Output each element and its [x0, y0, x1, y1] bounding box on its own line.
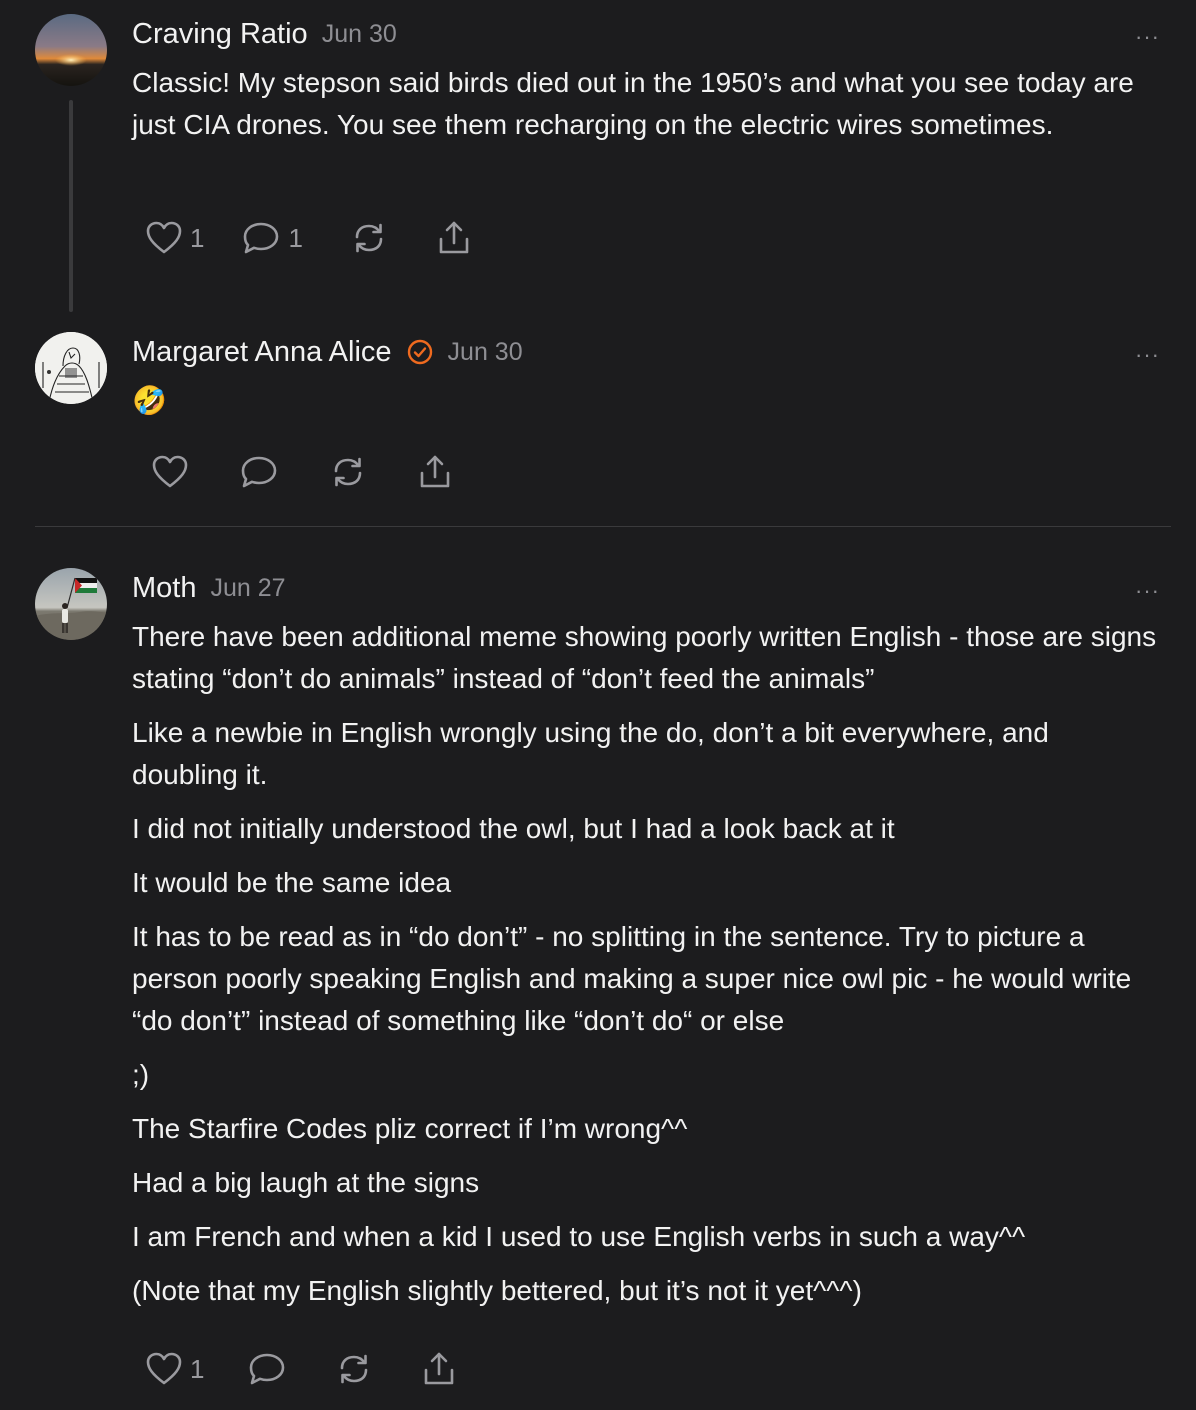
- more-options-button[interactable]: ···: [1135, 580, 1160, 602]
- comment-paragraph: The Starfire Codes pliz correct if I’m w…: [132, 1113, 688, 1144]
- reply-button[interactable]: [240, 455, 278, 489]
- share-icon: [422, 1351, 456, 1387]
- like-button[interactable]: 1: [146, 221, 204, 255]
- author-name[interactable]: Moth: [132, 572, 196, 605]
- verified-icon: [406, 338, 434, 366]
- author-name[interactable]: Craving Ratio: [132, 18, 308, 51]
- restack-icon: [351, 221, 387, 255]
- comment-header: Craving Ratio Jun 30: [132, 16, 397, 52]
- thread-divider: [35, 526, 1171, 527]
- share-button[interactable]: [418, 454, 452, 490]
- comment-header: Margaret Anna Alice Jun 30: [132, 334, 523, 370]
- more-options-button[interactable]: ···: [1135, 26, 1160, 48]
- restack-button[interactable]: [330, 455, 366, 489]
- comment-emoji: 🤣: [132, 385, 167, 416]
- comment-body: There have been additional meme showing …: [132, 616, 1162, 1324]
- restack-icon: [336, 1352, 372, 1386]
- heart-icon: [146, 1352, 182, 1386]
- comment-body: Classic! My stepson said birds died out …: [132, 62, 1162, 158]
- reply-count: 1: [288, 222, 303, 253]
- comment-body: 🤣: [132, 380, 1162, 422]
- avatar-craving-ratio[interactable]: [35, 14, 107, 86]
- comment-paragraph: I did not initially understood the owl, …: [132, 813, 895, 844]
- comment-date[interactable]: Jun 30: [322, 20, 397, 49]
- share-icon: [437, 220, 471, 256]
- comment-paragraph: It would be the same idea: [132, 867, 452, 898]
- comment-paragraph: ;): [132, 1059, 150, 1090]
- avatar-margaret-anna-alice[interactable]: [35, 332, 107, 404]
- comment-paragraph: There have been additional meme showing …: [132, 621, 1157, 694]
- restack-button[interactable]: [336, 1352, 372, 1386]
- comment-icon: [248, 1352, 286, 1386]
- like-count: 1: [190, 222, 205, 253]
- comment-icon: [242, 221, 280, 255]
- comment-date[interactable]: Jun 27: [210, 574, 285, 603]
- comment-paragraph: (Note that my English slightly bettered,…: [132, 1275, 862, 1306]
- comment-icon: [240, 455, 278, 489]
- thread-line: [69, 100, 73, 312]
- restack-icon: [330, 455, 366, 489]
- action-bar: 1 1: [146, 216, 471, 260]
- reply-button[interactable]: [248, 1352, 286, 1386]
- heart-icon: [146, 221, 182, 255]
- share-button[interactable]: [422, 1351, 456, 1387]
- comment-date[interactable]: Jun 30: [448, 338, 523, 367]
- like-count: 1: [190, 1353, 205, 1384]
- avatar-moth[interactable]: [35, 568, 107, 640]
- author-name[interactable]: Margaret Anna Alice: [132, 336, 392, 369]
- like-button[interactable]: 1: [146, 1352, 204, 1386]
- comment-paragraph: I am French and when a kid I used to use…: [132, 1221, 1026, 1252]
- comment-paragraph: Classic! My stepson said birds died out …: [132, 67, 1134, 140]
- comment-header: Moth Jun 27: [132, 570, 286, 606]
- share-button[interactable]: [437, 220, 471, 256]
- action-bar: 1: [146, 1347, 456, 1391]
- reply-button[interactable]: 1: [242, 221, 303, 255]
- like-button[interactable]: [152, 455, 188, 489]
- restack-button[interactable]: [351, 221, 387, 255]
- more-options-button[interactable]: ···: [1135, 344, 1160, 366]
- share-icon: [418, 454, 452, 490]
- action-bar: [152, 450, 452, 494]
- comment-paragraph: It has to be read as in “do don’t” - no …: [132, 921, 1132, 1036]
- heart-icon: [152, 455, 188, 489]
- comment-paragraph: Had a big laugh at the signs: [132, 1167, 480, 1198]
- comment-paragraph: Like a newbie in English wrongly using t…: [132, 717, 1049, 790]
